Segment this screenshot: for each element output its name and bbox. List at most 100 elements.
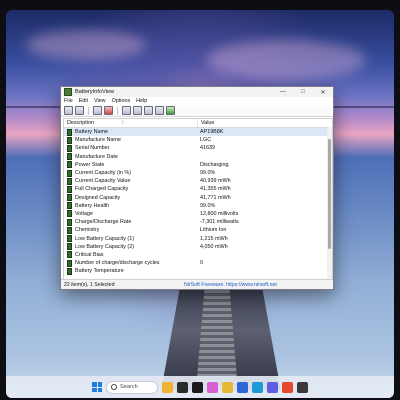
vertical-scrollbar[interactable] xyxy=(327,127,332,279)
scrollbar-thumb[interactable] xyxy=(328,139,331,249)
delete-icon[interactable] xyxy=(104,106,113,115)
row-value: 40,939 mWh xyxy=(200,178,231,185)
row-description: Low Battery Capacity (1) xyxy=(64,235,197,243)
battery-icon xyxy=(67,226,72,234)
row-description-text: Low Battery Capacity (2) xyxy=(75,243,135,250)
chrome-icon[interactable] xyxy=(282,381,293,393)
menu-bar: File Edit View Options Help xyxy=(61,97,333,105)
row-value: 99.0% xyxy=(200,202,216,209)
row-value: AP19B8K xyxy=(200,129,224,136)
row-description-text: Full Charged Capacity xyxy=(75,186,129,193)
maximize-button[interactable]: □ xyxy=(293,89,313,95)
list-item[interactable]: Full Charged Capacity 41,355 mWh xyxy=(64,185,332,193)
list-item[interactable]: Manufacture Date xyxy=(64,153,332,161)
close-button[interactable]: ✕ xyxy=(313,89,333,96)
row-value: LGC xyxy=(200,137,212,144)
battery-icon xyxy=(67,144,72,152)
row-description-text: Charge/Discharge Rate xyxy=(75,219,132,226)
list-item[interactable]: Voltage 12,800 millivolts xyxy=(64,210,332,218)
row-description: Number of charge/discharge cycles xyxy=(64,259,197,267)
sky-cloud xyxy=(206,40,366,80)
app-icon[interactable] xyxy=(192,381,203,393)
list-item[interactable]: Designed Capacity 41,771 mWh xyxy=(64,194,332,202)
list-item[interactable]: Battery Health 99.0% xyxy=(64,202,332,210)
list-item[interactable]: Battery Name AP19B8K xyxy=(64,128,332,137)
row-description-text: Battery Temperature xyxy=(75,268,124,275)
menu-options[interactable]: Options xyxy=(112,98,131,104)
menu-edit[interactable]: Edit xyxy=(79,98,88,104)
refresh-icon[interactable] xyxy=(133,106,142,115)
row-value: 4,050 mWh xyxy=(200,243,228,250)
battery-icon xyxy=(67,177,72,185)
mail-icon[interactable] xyxy=(237,381,248,393)
list-item[interactable]: Charge/Discharge Rate -7,301 milliwatts xyxy=(64,218,332,226)
select-all-icon[interactable] xyxy=(144,106,153,115)
toolbar xyxy=(61,105,333,117)
battery-icon xyxy=(67,202,72,210)
html-report-icon[interactable] xyxy=(122,106,131,115)
list-item[interactable]: Chemistry Lithium Ion xyxy=(64,226,332,234)
menu-help[interactable]: Help xyxy=(136,98,147,104)
list-item[interactable]: Critical Bias xyxy=(64,251,332,259)
row-description-text: Power State xyxy=(75,161,105,168)
row-value: 12,800 millivolts xyxy=(200,210,239,217)
battery-icon xyxy=(67,251,72,259)
windows-start-icon[interactable] xyxy=(92,382,102,392)
list-item[interactable]: Current Capacity (in %) 99.0% xyxy=(64,169,332,177)
exit-icon[interactable] xyxy=(166,106,175,115)
list-item[interactable]: Battery Temperature xyxy=(64,267,332,275)
save-icon[interactable] xyxy=(64,106,73,115)
store-icon[interactable] xyxy=(267,381,278,393)
row-description: Serial Number xyxy=(64,144,197,152)
battery-icon xyxy=(67,235,72,243)
edge-icon[interactable] xyxy=(252,381,263,393)
copy-icon[interactable] xyxy=(75,106,84,115)
row-description-text: Current Capacity Value xyxy=(75,178,131,185)
row-description: Current Capacity Value xyxy=(64,177,197,185)
battery-icon xyxy=(67,259,72,267)
battery-icon xyxy=(67,169,72,177)
properties-icon[interactable] xyxy=(93,106,102,115)
battery-info-list[interactable]: Description / Value Battery Name AP19B8K M… xyxy=(63,118,333,280)
row-value: 1,215 mWh xyxy=(200,235,228,242)
row-description-text: Battery Name xyxy=(75,129,108,136)
battery-icon xyxy=(67,153,72,161)
row-description-text: Critical Bias xyxy=(75,251,104,258)
menu-view[interactable]: View xyxy=(94,98,106,104)
column-header-description[interactable]: Description / xyxy=(64,119,198,127)
list-item[interactable]: Number of charge/discharge cycles 0 xyxy=(64,259,332,267)
list-item[interactable]: Manufacture Name LGC xyxy=(64,136,332,144)
list-item[interactable]: Current Capacity Value 40,939 mWh xyxy=(64,177,332,185)
widgets-icon[interactable] xyxy=(162,381,173,393)
row-description-text: Battery Health xyxy=(75,202,110,209)
task-view-icon[interactable] xyxy=(177,381,188,393)
list-item[interactable]: Serial Number 41639 xyxy=(64,144,332,152)
batteryinfoview-window: BatteryInfoView — □ ✕ File Edit View Opt… xyxy=(60,86,334,290)
row-value: Discharging xyxy=(200,161,229,168)
list-rows: Battery Name AP19B8K Manufacture Name LGC Se… xyxy=(64,128,332,275)
minimize-button[interactable]: — xyxy=(273,89,293,95)
battery-icon xyxy=(67,128,72,136)
title-bar[interactable]: BatteryInfoView — □ ✕ xyxy=(61,87,333,97)
row-description: Charge/Discharge Rate xyxy=(64,218,197,226)
battery-icon xyxy=(67,161,72,169)
row-description: Designed Capacity xyxy=(64,194,197,202)
toolbar-separator xyxy=(88,106,89,115)
list-item[interactable]: Low Battery Capacity (2) 4,050 mWh xyxy=(64,243,332,251)
row-description-text: Designed Capacity xyxy=(75,194,121,201)
desktop-screen: BatteryInfoView — □ ✕ File Edit View Opt… xyxy=(6,10,394,398)
pinned-app-icon[interactable] xyxy=(297,381,308,393)
row-description: Current Capacity (in %) xyxy=(64,169,197,177)
find-icon[interactable] xyxy=(155,106,164,115)
menu-file[interactable]: File xyxy=(64,98,73,104)
taskbar-search[interactable]: Search xyxy=(106,380,158,394)
list-item[interactable]: Low Battery Capacity (1) 1,215 mWh xyxy=(64,234,332,243)
row-value: -7,301 milliwatts xyxy=(200,219,239,226)
copilot-icon[interactable] xyxy=(207,381,218,393)
list-item[interactable]: Power State Discharging xyxy=(64,161,332,169)
row-description: Power State xyxy=(64,161,197,169)
sort-indicator: / xyxy=(121,120,124,126)
nirsoft-link[interactable]: NirSoft Freeware. https://www.nirsoft.ne… xyxy=(184,282,277,288)
column-header-value[interactable]: Value xyxy=(198,120,332,126)
file-explorer-icon[interactable] xyxy=(222,381,233,393)
